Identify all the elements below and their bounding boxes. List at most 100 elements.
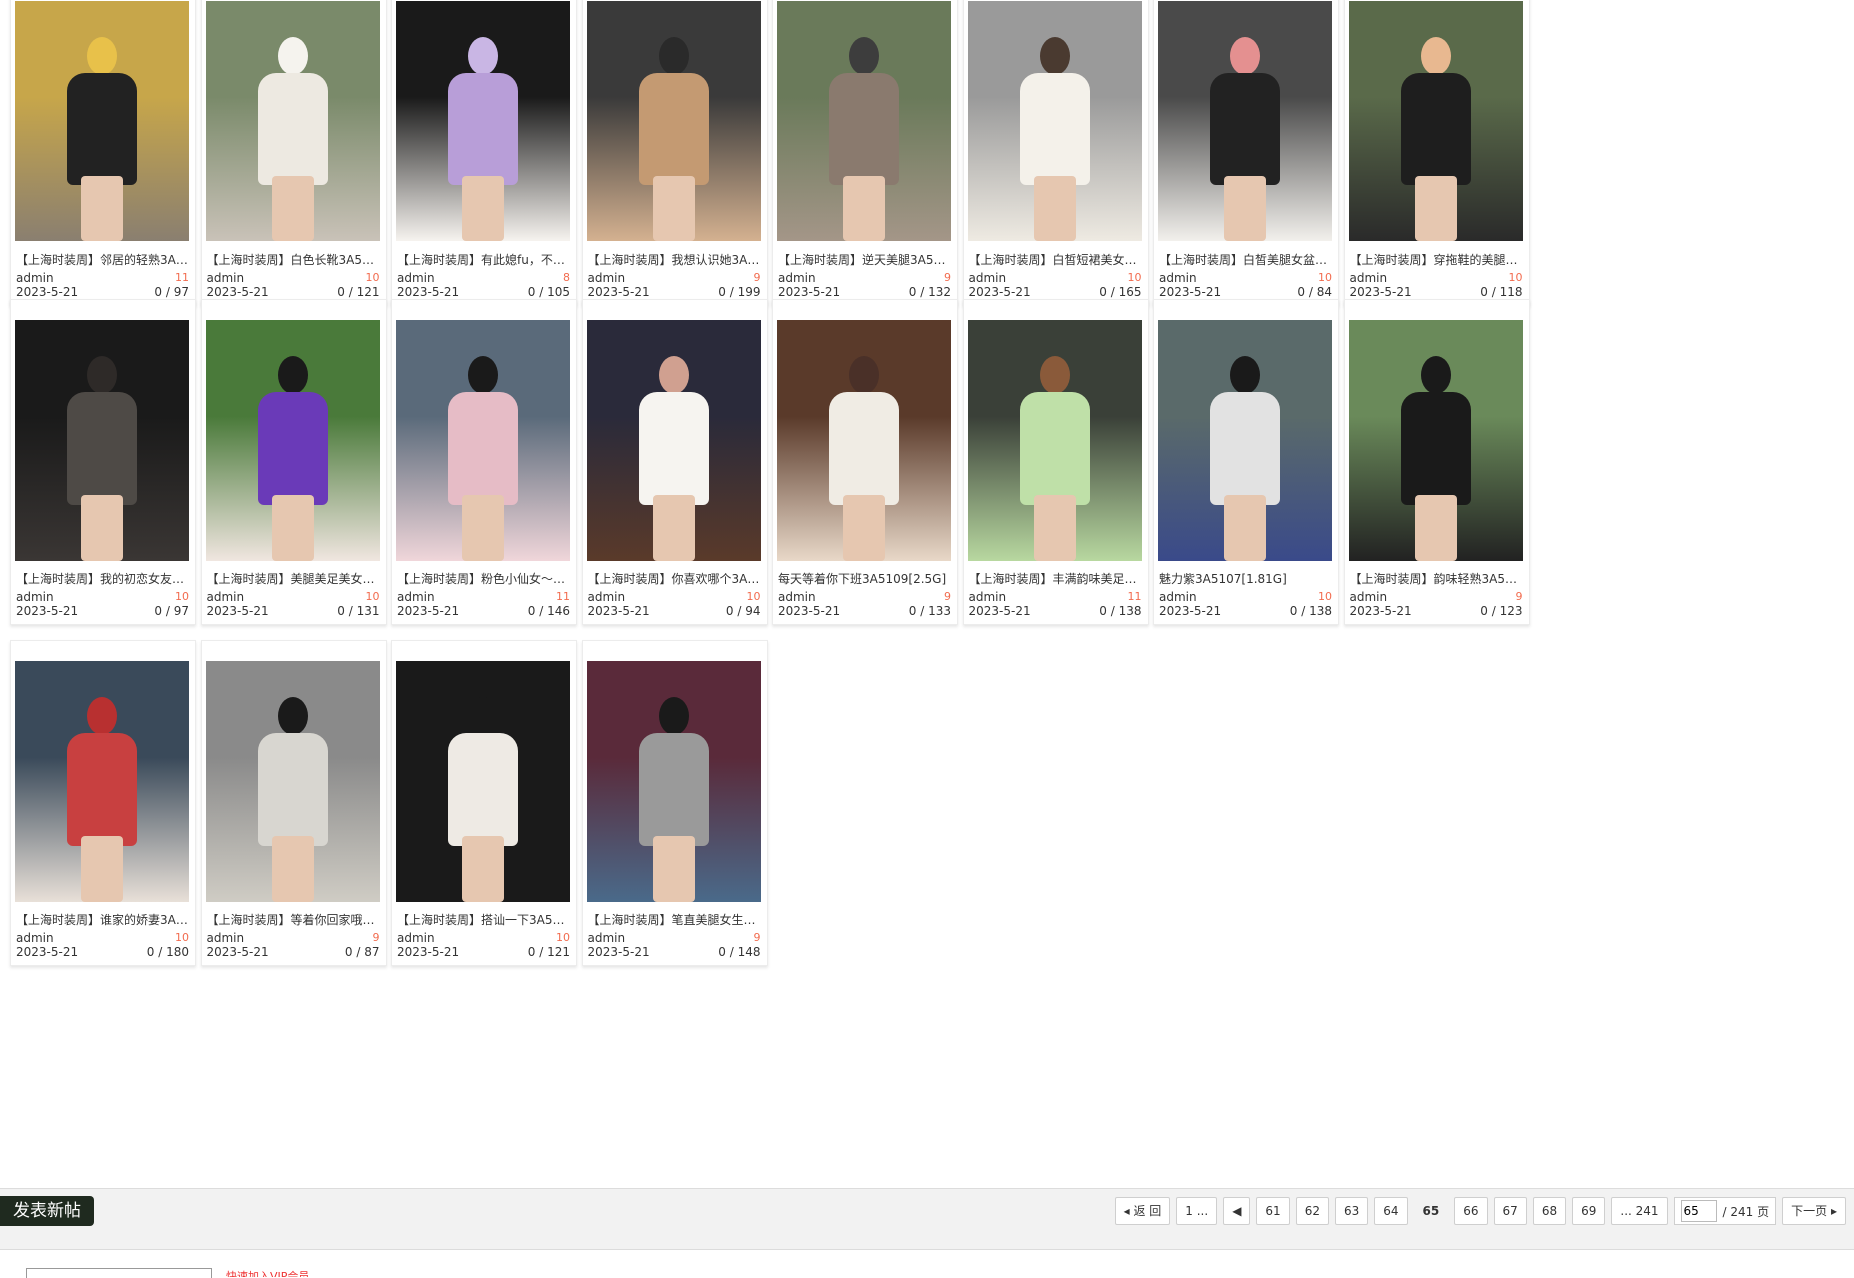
post-card[interactable]: 【上海时装周】美腿美足美女3A511... admin 10 2023-5-21 0 /… (200, 299, 387, 625)
post-thumbnail[interactable] (396, 661, 570, 902)
post-author[interactable]: admin (588, 931, 626, 945)
last-page-button[interactable]: ... 241 (1611, 1197, 1668, 1225)
post-card[interactable]: 【上海时装周】搭讪一下3A5103[3.... admin 10 2023-5-21 0… (391, 640, 577, 966)
post-title[interactable]: 魅力紫3A5107[1.81G] (1159, 570, 1333, 587)
prev-page-button[interactable]: ◀ (1223, 1197, 1251, 1225)
page-66[interactable]: 66 (1454, 1197, 1488, 1225)
post-title[interactable]: 【上海时装周】搭讪一下3A5103[3.... (397, 911, 571, 928)
image-count-badge: 10 (365, 271, 380, 284)
post-title[interactable]: 【上海时装周】白皙美腿女盆友3A5... (1159, 251, 1333, 268)
post-title[interactable]: 【上海时装周】丰满韵味美足女人3... (969, 570, 1143, 587)
post-thumbnail[interactable] (777, 320, 951, 561)
post-thumbnail[interactable] (586, 320, 761, 561)
photo-subject (1019, 37, 1090, 241)
post-author[interactable]: admin (1159, 271, 1197, 285)
post-title[interactable]: 【上海时装周】穿拖鞋的美腿3A511... (1350, 251, 1524, 268)
page-67[interactable]: 67 (1493, 1197, 1527, 1225)
post-author[interactable]: admin (16, 931, 54, 945)
post-author[interactable]: admin (778, 271, 816, 285)
post-card[interactable]: 【上海时装周】邻居的轻熟3A5121[... admin 11 2023-5-21 0 … (10, 0, 196, 306)
post-thumbnail[interactable] (396, 1, 570, 241)
post-card[interactable]: 【上海时装周】穿拖鞋的美腿3A511... admin 10 2023-5-21 0 /… (1343, 0, 1530, 306)
post-thumbnail[interactable] (1348, 320, 1523, 561)
footer-vip-link[interactable]: 快速加入VIP会员 (226, 1268, 336, 1277)
post-thumbnail[interactable] (967, 1, 1142, 241)
post-meta-author-row: admin 8 (397, 271, 570, 285)
post-title[interactable]: 【上海时装周】有此媳fu，不外出工... (397, 251, 571, 268)
post-author[interactable]: admin (1350, 590, 1388, 604)
page-61[interactable]: 61 (1256, 1197, 1290, 1225)
post-title[interactable]: 【上海时装周】谁家的娇妻3A5105[... (16, 911, 190, 928)
post-author[interactable]: admin (207, 931, 245, 945)
new-post-button[interactable]: 发表新帖 (0, 1196, 94, 1226)
post-title[interactable]: 【上海时装周】邻居的轻熟3A5121[... (16, 251, 190, 268)
post-thumbnail[interactable] (1158, 320, 1332, 561)
post-title[interactable]: 【上海时装周】你喜欢哪个3A5110[... (588, 570, 762, 587)
back-button[interactable]: ◂ 返 回 (1114, 1197, 1171, 1225)
post-thumbnail[interactable] (396, 320, 570, 561)
post-author[interactable]: admin (588, 590, 626, 604)
post-thumbnail[interactable] (205, 320, 380, 561)
page-64[interactable]: 64 (1374, 1197, 1408, 1225)
post-author[interactable]: admin (397, 590, 435, 604)
post-thumbnail[interactable] (967, 320, 1142, 561)
post-thumbnail[interactable] (15, 320, 189, 561)
post-thumbnail[interactable] (777, 1, 951, 241)
post-thumbnail[interactable] (15, 661, 189, 902)
post-author[interactable]: admin (207, 271, 245, 285)
post-author[interactable]: admin (397, 271, 435, 285)
post-card[interactable]: 【上海时装周】我想认识她3A5118[... admin 9 2023-5-21 0 /… (581, 0, 768, 306)
post-thumbnail[interactable] (586, 661, 761, 902)
post-title[interactable]: 【上海时装周】白皙短裙美女3A511... (969, 251, 1143, 268)
post-author[interactable]: admin (969, 590, 1007, 604)
post-title[interactable]: 【上海时装周】我想认识她3A5118[... (588, 251, 762, 268)
post-author[interactable]: admin (397, 931, 435, 945)
page-jump-input[interactable] (1680, 1200, 1717, 1222)
first-page-button[interactable]: 1 ... (1176, 1197, 1218, 1225)
page-62[interactable]: 62 (1295, 1197, 1329, 1225)
post-title[interactable]: 【上海时装周】韵味轻熟3A5106[2.... (1350, 570, 1524, 587)
post-author[interactable]: admin (969, 271, 1007, 285)
post-card[interactable]: 【上海时装周】丰满韵味美足女人3... admin 11 2023-5-21 0 / 1… (962, 299, 1149, 625)
post-card[interactable]: 【上海时装周】笔直美腿女生3A510... admin 9 2023-5-21 0 / … (581, 640, 768, 966)
post-author[interactable]: admin (1350, 271, 1388, 285)
page-69[interactable]: 69 (1572, 1197, 1606, 1225)
post-card[interactable]: 【上海时装周】等着你回家哦3A510... admin 9 2023-5-21 0 / … (200, 640, 387, 966)
post-thumbnail[interactable] (586, 1, 761, 241)
post-title[interactable]: 【上海时装周】我的初恋女友3A511... (16, 570, 190, 587)
page-63[interactable]: 63 (1334, 1197, 1369, 1225)
post-thumbnail[interactable] (205, 1, 380, 241)
post-title[interactable]: 【上海时装周】逆天美腿3A5117[2.... (778, 251, 952, 268)
post-card[interactable]: 【上海时装周】白色长靴3A5120[1.... admin 10 2023-5-21 0… (200, 0, 387, 306)
post-author[interactable]: admin (1159, 590, 1197, 604)
post-card[interactable]: 【上海时装周】粉色小仙女～3A511... admin 11 2023-5-21 0 /… (391, 299, 577, 625)
post-thumbnail[interactable] (15, 1, 189, 241)
post-author[interactable]: admin (16, 271, 54, 285)
post-author[interactable]: admin (588, 271, 626, 285)
post-title[interactable]: 【上海时装周】白色长靴3A5120[1.... (207, 251, 381, 268)
post-card[interactable]: 【上海时装周】白皙短裙美女3A511... admin 10 2023-5-21 0 /… (962, 0, 1149, 306)
post-card[interactable]: 【上海时装周】有此媳fu，不外出工... admin 8 2023-5-21 0 / 1… (391, 0, 577, 306)
post-card[interactable]: 【上海时装周】谁家的娇妻3A5105[... admin 10 2023-5-21 0 … (10, 640, 196, 966)
post-card[interactable]: 【上海时装周】你喜欢哪个3A5110[... admin 10 2023-5-21 0 … (581, 299, 768, 625)
post-card[interactable]: 每天等着你下班3A5109[2.5G] admin 9 2023-5-21 0 / 13… (772, 299, 958, 625)
post-card[interactable]: 【上海时装周】韵味轻熟3A5106[2.... admin 9 2023-5-21 0 … (1343, 299, 1530, 625)
next-page-button[interactable]: 下一页 ▸ (1782, 1197, 1846, 1225)
post-thumbnail[interactable] (1158, 1, 1332, 241)
post-title[interactable]: 每天等着你下班3A5109[2.5G] (778, 570, 952, 587)
page-68[interactable]: 68 (1532, 1197, 1567, 1225)
post-author[interactable]: admin (16, 590, 54, 604)
post-title[interactable]: 【上海时装周】笔直美腿女生3A510... (588, 911, 762, 928)
post-title[interactable]: 【上海时装周】美腿美足美女3A511... (207, 570, 381, 587)
post-card[interactable]: 【上海时装周】逆天美腿3A5117[2.... admin 9 2023-5-21 0 … (772, 0, 958, 306)
post-meta-author-row: admin 10 (207, 271, 380, 285)
post-title[interactable]: 【上海时装周】粉色小仙女～3A511... (397, 570, 571, 587)
post-thumbnail[interactable] (1348, 1, 1523, 241)
post-card[interactable]: 【上海时装周】我的初恋女友3A511... admin 10 2023-5-21 0 /… (10, 299, 196, 625)
post-author[interactable]: admin (207, 590, 245, 604)
post-card[interactable]: 【上海时装周】白皙美腿女盆友3A5... admin 10 2023-5-21 0 / … (1153, 0, 1339, 306)
post-author[interactable]: admin (778, 590, 816, 604)
post-title[interactable]: 【上海时装周】等着你回家哦3A510... (207, 911, 381, 928)
post-thumbnail[interactable] (205, 661, 380, 902)
post-card[interactable]: 魅力紫3A5107[1.81G] admin 10 2023-5-21 0 / 138 (1153, 299, 1339, 625)
